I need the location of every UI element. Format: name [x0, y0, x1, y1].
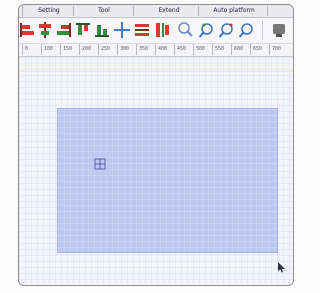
align-right-icon[interactable]	[56, 21, 72, 39]
ruler-label: 700	[272, 46, 282, 52]
distribute-v-icon[interactable]	[154, 21, 170, 39]
menu-separator	[73, 6, 74, 16]
ruler-label: 100	[44, 46, 54, 52]
ruler-label: 0	[25, 46, 29, 52]
ruler-label: 250	[101, 46, 111, 52]
ruler-label: 150	[63, 46, 73, 52]
align-center-v-icon[interactable]	[37, 21, 53, 39]
menu-separator	[267, 6, 268, 16]
menu-bar: Setting Tool Extend Auto platform	[19, 5, 293, 18]
ruler-tick	[155, 44, 156, 55]
ruler-tick	[193, 44, 194, 55]
zoom-out-icon[interactable]	[219, 21, 235, 39]
align-bottom-icon[interactable]	[94, 21, 110, 39]
distribute-h-icon[interactable]	[134, 21, 150, 39]
ruler-label: 450	[177, 46, 187, 52]
ruler-tick	[231, 44, 232, 55]
mouse-cursor-icon	[278, 262, 285, 273]
ruler-tick	[117, 44, 118, 55]
ruler-tick	[250, 44, 251, 55]
ruler-label: 400	[158, 46, 168, 52]
ruler-label: 600	[234, 46, 244, 52]
horizontal-ruler: 0 100 150 200 250 300 350 400 450 500 550 600 650 700	[19, 44, 293, 57]
toolbar-separator	[262, 21, 263, 40]
ruler-tick	[79, 44, 80, 55]
menu-tool[interactable]: Tool	[89, 6, 119, 16]
canvas-area[interactable]	[19, 57, 293, 285]
align-left-icon[interactable]	[19, 21, 35, 39]
toolbar	[19, 18, 293, 44]
ruler-tick	[269, 44, 270, 55]
ruler-tick	[174, 44, 175, 55]
anchor-point-icon[interactable]	[94, 158, 106, 170]
ruler-label: 500	[196, 46, 206, 52]
ruler-tick	[60, 44, 61, 55]
zoom-in-icon[interactable]	[199, 21, 215, 39]
menu-auto-platform[interactable]: Auto platform	[203, 6, 265, 16]
ruler-tick	[136, 44, 137, 55]
menu-separator	[22, 6, 23, 16]
menu-setting[interactable]: Setting	[27, 6, 71, 16]
zoom-icon[interactable]	[177, 21, 193, 39]
ruler-tick	[98, 44, 99, 55]
menu-extend[interactable]: Extend	[149, 6, 189, 16]
align-top-icon[interactable]	[75, 21, 91, 39]
pan-tool-icon[interactable]	[271, 21, 287, 39]
ruler-label: 300	[120, 46, 130, 52]
selection-area[interactable]	[57, 108, 278, 253]
menu-separator	[133, 6, 134, 16]
ruler-tick	[212, 44, 213, 55]
ruler-label: 350	[139, 46, 149, 52]
guide-line	[19, 71, 293, 72]
ruler-label: 200	[82, 46, 92, 52]
crosshair-icon[interactable]	[114, 21, 130, 39]
ruler-tick	[41, 44, 42, 55]
ruler-label: 650	[253, 46, 263, 52]
zoom-fit-icon[interactable]	[239, 21, 255, 39]
ruler-tick	[22, 44, 23, 55]
menu-separator	[198, 6, 199, 16]
ruler-label: 550	[215, 46, 225, 52]
app-window: Setting Tool Extend Auto platform 0 100 …	[18, 4, 294, 286]
